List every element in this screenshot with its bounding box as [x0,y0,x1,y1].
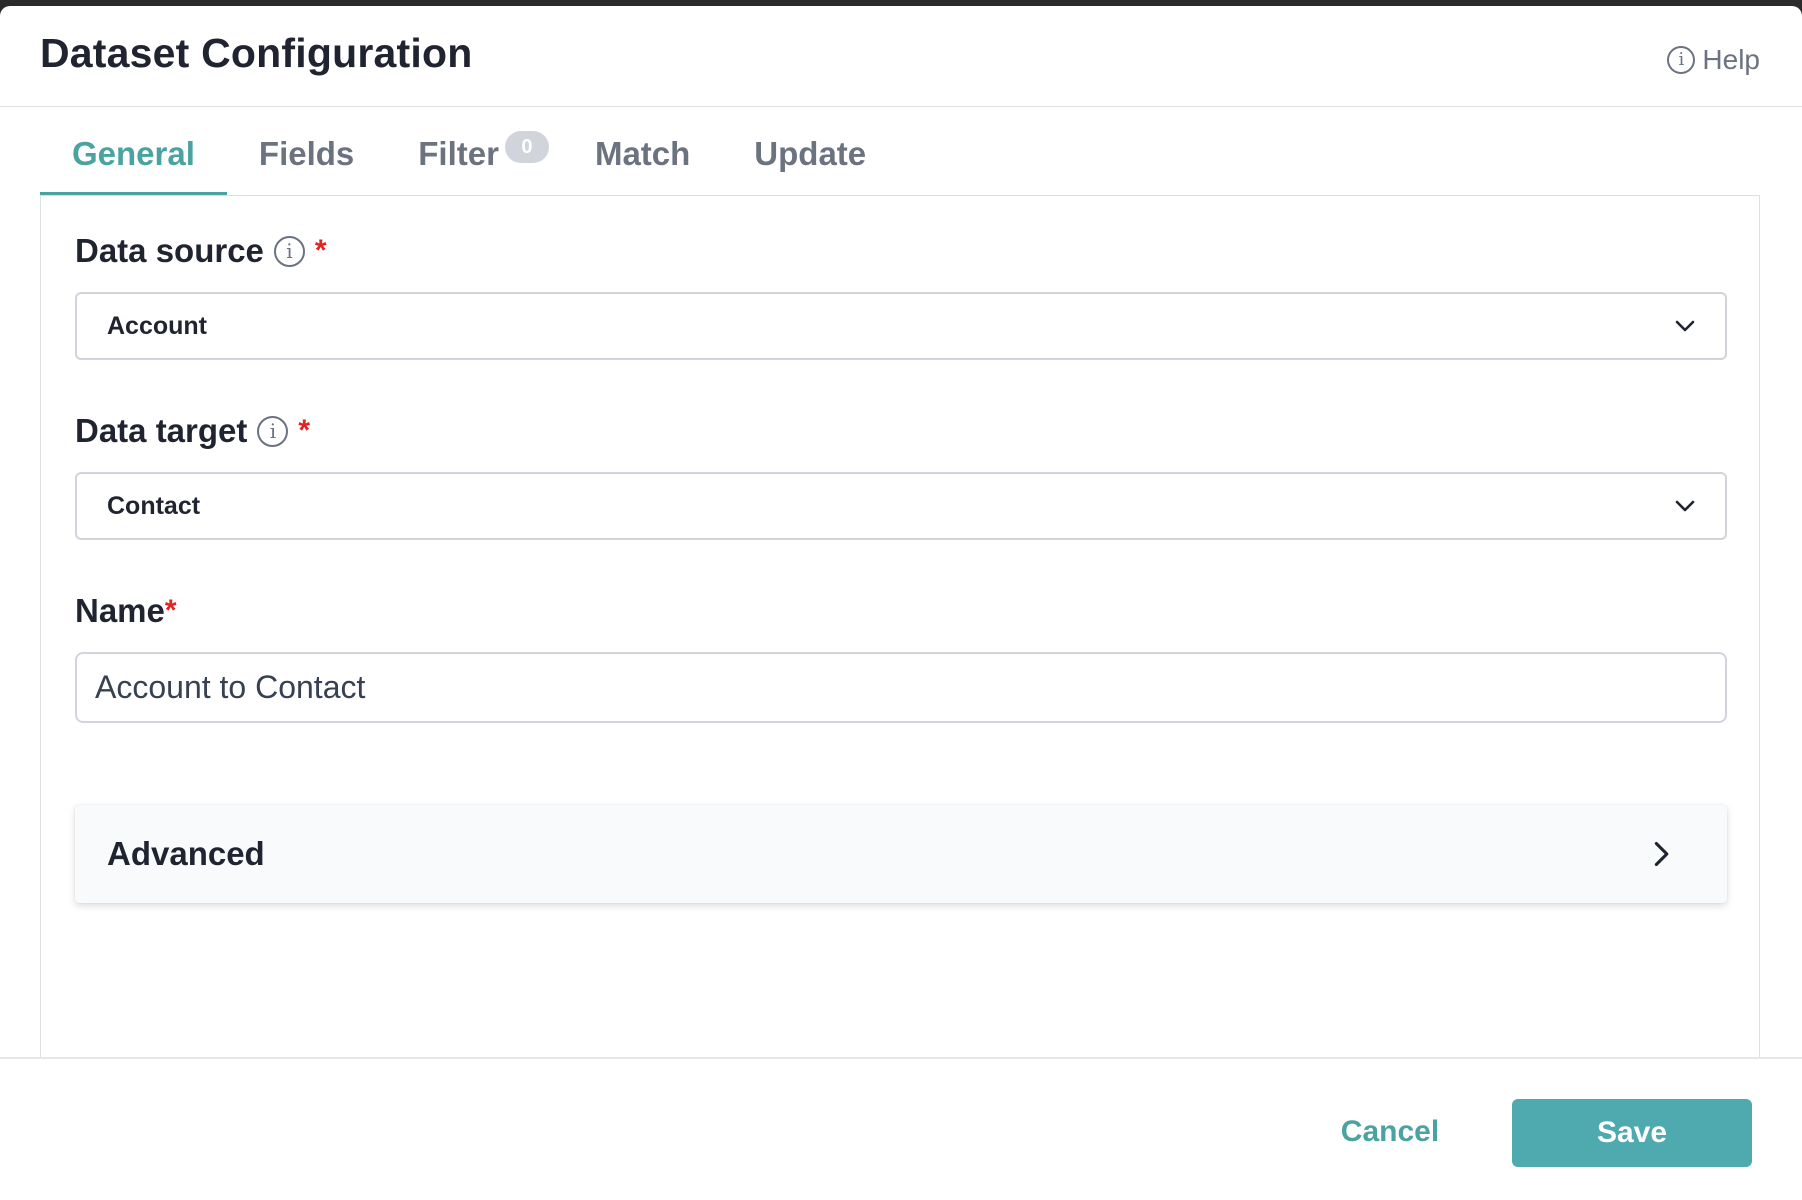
tab-match[interactable]: Match [563,107,722,195]
tab-bar: General Fields Filter 0 Match Update [40,107,898,195]
filter-count-badge: 0 [504,131,549,163]
chevron-right-icon [1654,841,1669,867]
name-label: Name * [75,592,177,630]
data-target-select[interactable]: Contact [75,472,1727,540]
required-asterisk: * [164,594,177,627]
data-target-label: Data target i * [75,412,310,450]
data-target-value: Contact [107,491,201,520]
tab-filter-label: Filter [418,135,499,172]
required-asterisk: * [314,234,327,267]
tab-update[interactable]: Update [722,107,898,195]
dialog-title: Dataset Configuration [40,30,473,76]
data-source-select[interactable]: Account [75,292,1727,360]
tab-fields-label: Fields [258,135,355,172]
help-label: Help [1702,44,1760,75]
tab-filter[interactable]: Filter 0 [386,107,549,195]
save-button[interactable]: Save [1512,1099,1752,1167]
tab-match-label: Match [594,135,691,172]
chevron-down-icon [1675,320,1695,332]
help-link[interactable]: i Help [1667,44,1760,76]
dialog-footer: Cancel Save [0,1057,1802,1200]
data-target-label-text: Data target [75,412,248,449]
tab-update-label: Update [754,135,867,172]
general-tab-panel: Data source i * Account Data target i * … [40,195,1760,1063]
tab-general[interactable]: General [40,107,227,195]
data-source-label-text: Data source [75,232,264,269]
dialog-header: Dataset Configuration i Help [0,6,1802,107]
required-asterisk: * [298,414,311,447]
info-icon: i [1667,46,1696,74]
tab-general-label: General [72,135,195,172]
cancel-button[interactable]: Cancel [1318,1099,1462,1165]
tab-fields[interactable]: Fields [227,107,386,195]
name-label-text: Name [75,592,165,629]
info-icon[interactable]: i [257,415,289,447]
advanced-label: Advanced [107,835,265,872]
chevron-down-icon [1675,500,1695,512]
info-icon[interactable]: i [273,235,305,267]
data-source-value: Account [107,311,207,340]
dataset-configuration-dialog: Dataset Configuration i Help General Fie… [0,6,1802,1200]
data-source-label: Data source i * [75,232,327,270]
advanced-section-toggle[interactable]: Advanced [75,805,1727,903]
name-input[interactable] [75,652,1727,723]
